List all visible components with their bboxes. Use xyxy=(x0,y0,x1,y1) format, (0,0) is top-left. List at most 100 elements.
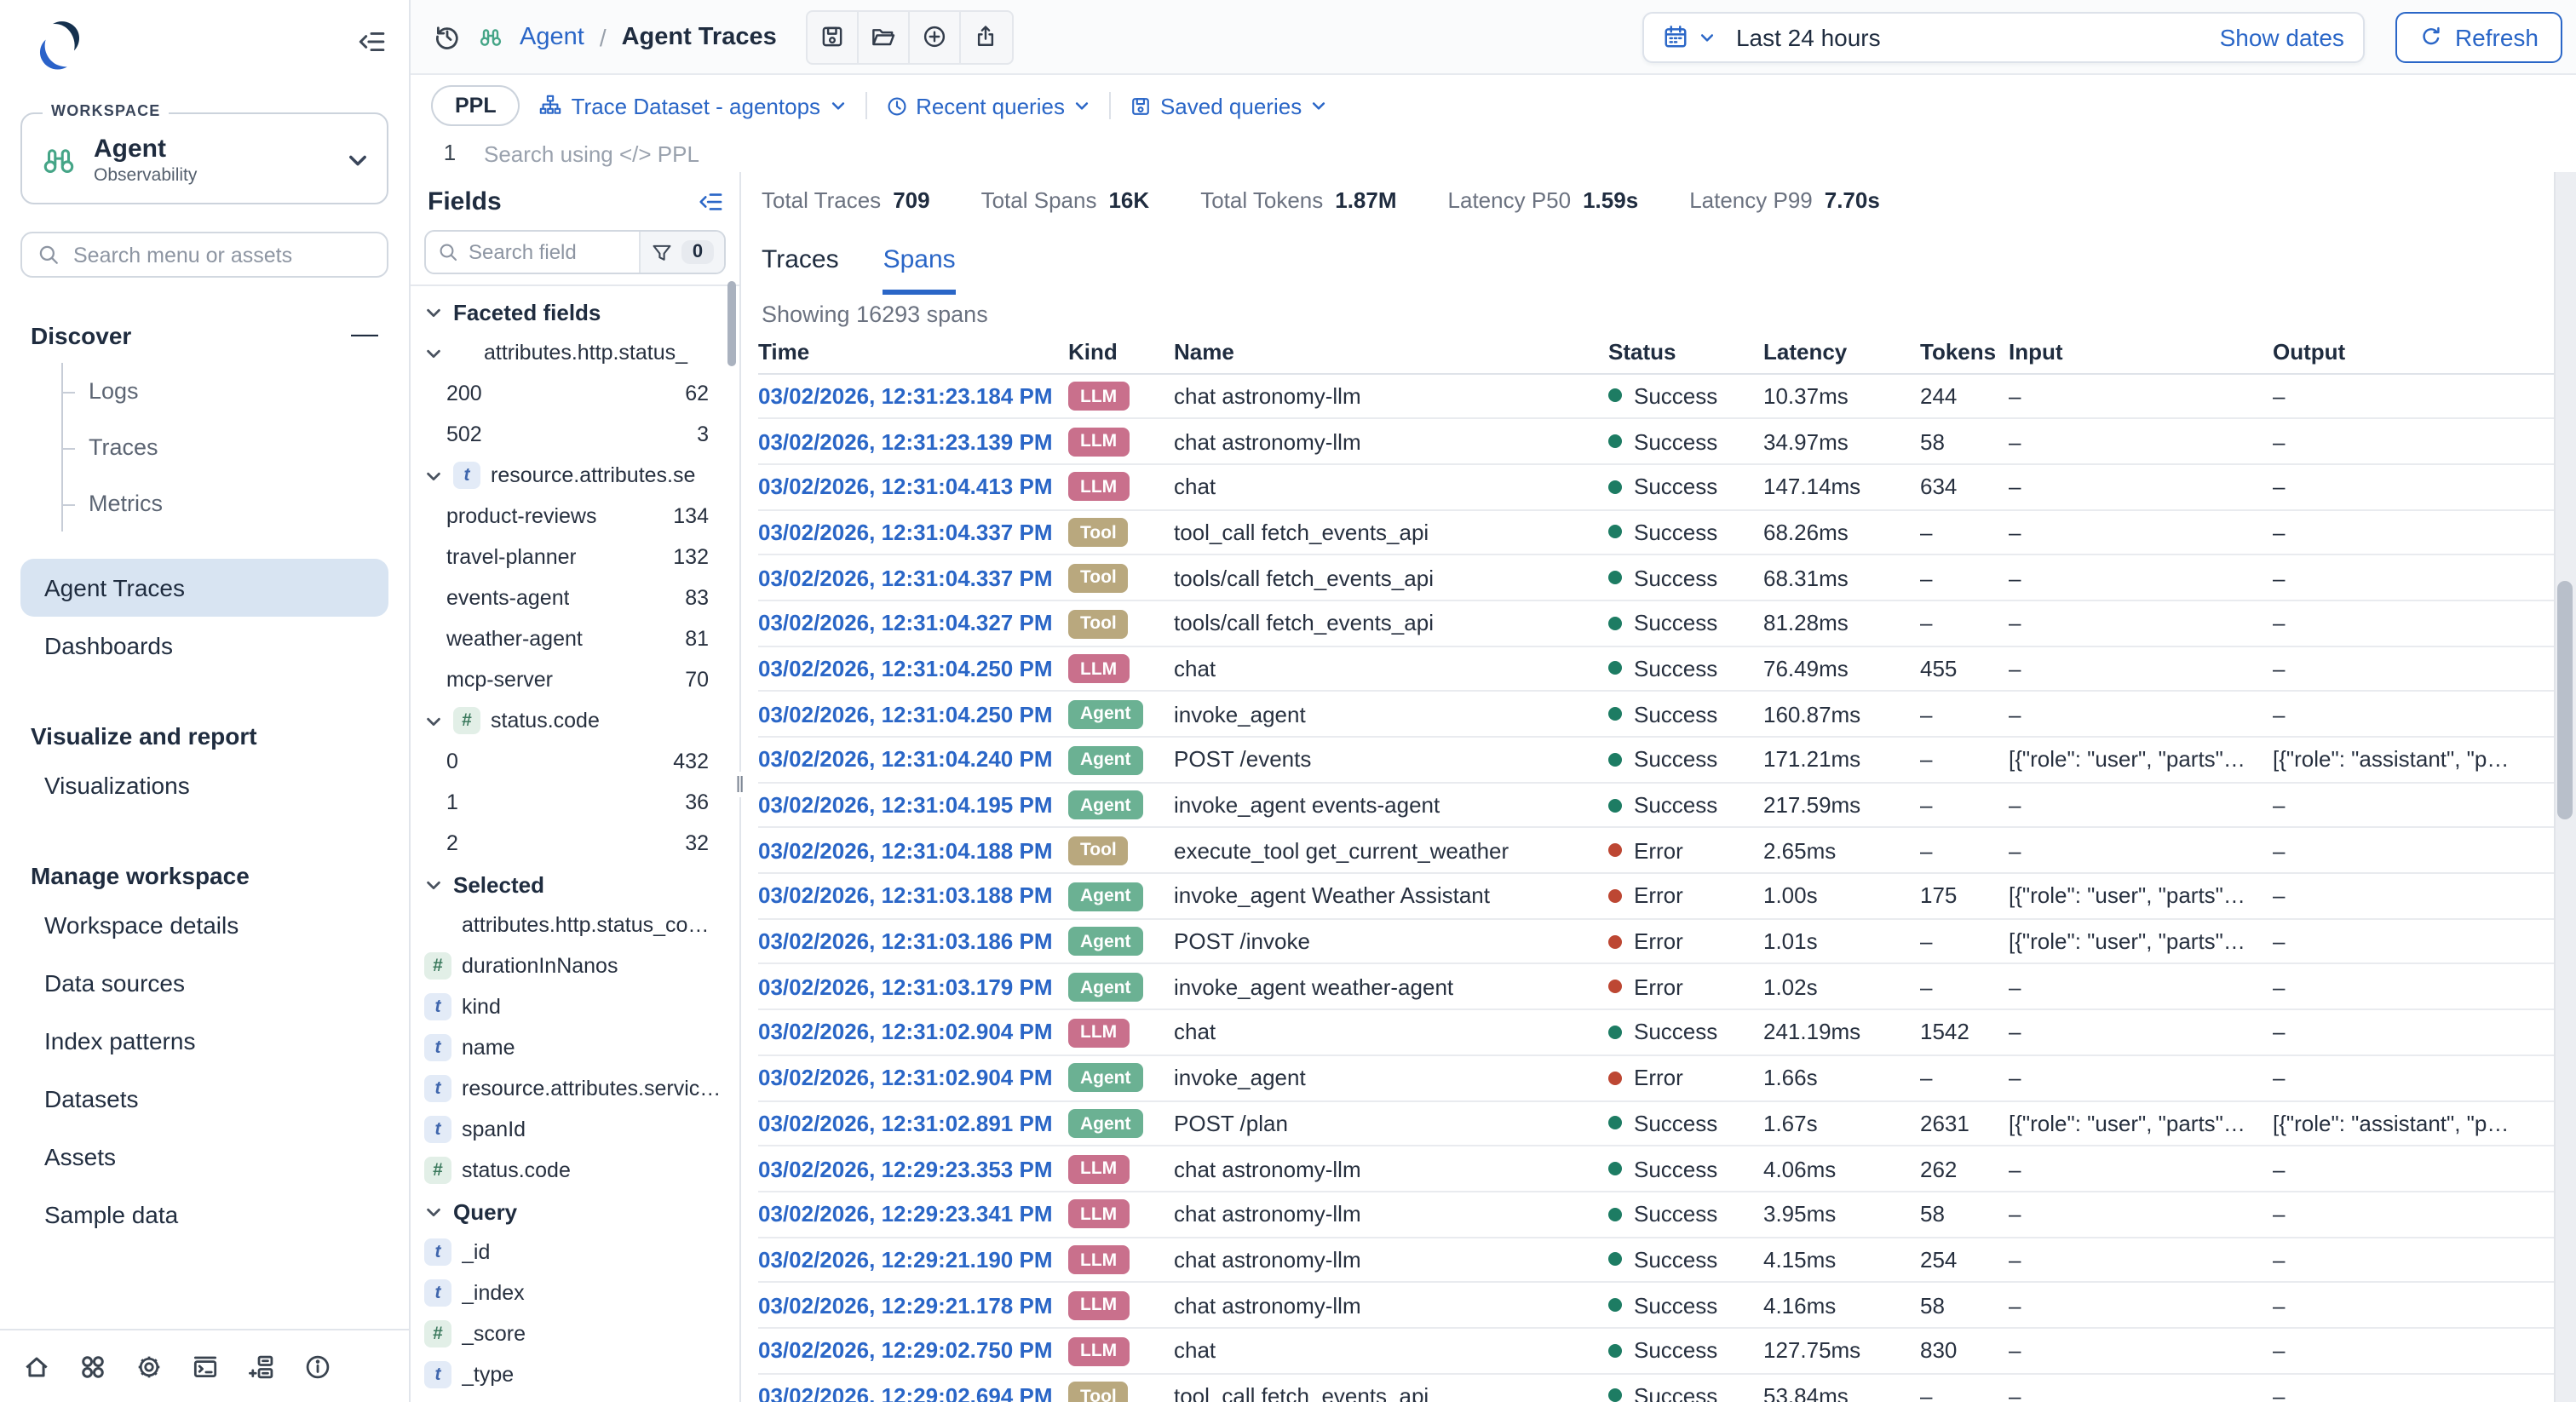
field-group[interactable]: #status.code xyxy=(424,700,726,741)
field-item[interactable]: #_score xyxy=(424,1313,726,1354)
field-facet-value[interactable]: product-reviews134 xyxy=(424,496,726,537)
field-item[interactable]: #status.code xyxy=(424,1150,726,1191)
breadcrumb-workspace-link[interactable]: Agent xyxy=(520,23,584,50)
field-facet-value[interactable]: 20062 xyxy=(424,373,726,414)
dataset-selector[interactable]: Trace Dataset - agentops xyxy=(539,93,846,118)
field-facet-value[interactable]: travel-planner132 xyxy=(424,537,726,577)
sidebar-item-logs[interactable]: Logs xyxy=(63,363,388,419)
field-facet-value[interactable]: 0432 xyxy=(424,741,726,782)
calendar-icon[interactable] xyxy=(1663,24,1688,49)
info-icon[interactable] xyxy=(303,1352,332,1381)
span-time-link[interactable]: 03/02/2026, 12:29:21.178 PM xyxy=(758,1292,1053,1318)
recent-queries-button[interactable]: Recent queries xyxy=(885,93,1090,118)
span-time-link[interactable]: 03/02/2026, 12:31:02.891 PM xyxy=(758,1111,1053,1136)
field-item[interactable]: tresource.attributes.servic… xyxy=(424,1068,726,1109)
field-item[interactable]: #durationInNanos xyxy=(424,945,726,986)
home-icon[interactable] xyxy=(22,1352,51,1381)
sidebar-item-sample-data[interactable]: Sample data xyxy=(20,1186,388,1244)
col-tokens[interactable]: Tokens xyxy=(1920,332,2009,373)
sidebar-item-workspace-details[interactable]: Workspace details xyxy=(20,896,388,954)
span-time-link[interactable]: 03/02/2026, 12:31:04.337 PM xyxy=(758,520,1053,545)
vertical-scrollbar-thumb[interactable] xyxy=(2557,581,2573,819)
span-time-link[interactable]: 03/02/2026, 12:31:04.250 PM xyxy=(758,701,1053,727)
date-range-value[interactable]: Last 24 hours xyxy=(1736,23,1881,50)
sidebar-item-metrics[interactable]: Metrics xyxy=(63,475,388,531)
span-time-link[interactable]: 03/02/2026, 12:31:02.904 PM xyxy=(758,1020,1053,1045)
col-latency[interactable]: Latency xyxy=(1763,332,1920,373)
span-time-link[interactable]: 03/02/2026, 12:31:04.327 PM xyxy=(758,611,1053,636)
sidebar-item-traces[interactable]: Traces xyxy=(63,419,388,475)
gear-icon[interactable] xyxy=(135,1352,164,1381)
span-time-link[interactable]: 03/02/2026, 12:29:23.341 PM xyxy=(758,1201,1053,1227)
apps-icon[interactable] xyxy=(78,1352,107,1381)
sidebar-item-agent-traces[interactable]: Agent Traces xyxy=(20,559,388,617)
sidebar-item-dashboards[interactable]: Dashboards xyxy=(20,617,388,675)
collapse-minus-icon[interactable]: — xyxy=(351,327,378,344)
query-editor[interactable]: 1 Search using </> PPL xyxy=(411,133,2576,177)
field-item[interactable]: t_id xyxy=(424,1232,726,1273)
sidebar-item-datasets[interactable]: Datasets xyxy=(20,1070,388,1128)
saved-queries-button[interactable]: Saved queries xyxy=(1130,93,1327,118)
field-group[interactable]: tresource.attributes.se xyxy=(424,455,726,496)
vertical-scrollbar[interactable] xyxy=(2554,172,2576,1402)
field-item[interactable]: tname xyxy=(424,1027,726,1068)
span-time-link[interactable]: 03/02/2026, 12:29:02.750 PM xyxy=(758,1338,1053,1364)
col-name[interactable]: Name xyxy=(1174,332,1608,373)
span-time-link[interactable]: 03/02/2026, 12:31:04.188 PM xyxy=(758,837,1053,863)
field-item[interactable]: t_type xyxy=(424,1354,726,1395)
open-folder-icon[interactable] xyxy=(859,11,910,62)
sidebar-collapse-icon[interactable] xyxy=(356,27,385,56)
span-time-link[interactable]: 03/02/2026, 12:29:02.694 PM xyxy=(758,1383,1053,1402)
col-kind[interactable]: Kind xyxy=(1068,332,1174,373)
workspace-selector[interactable]: WORKSPACE Agent Observability xyxy=(20,112,388,204)
field-facet-value[interactable]: events-agent83 xyxy=(424,577,726,618)
opensearch-logo[interactable] xyxy=(31,17,89,75)
field-facet-value[interactable]: 136 xyxy=(424,782,726,823)
date-range-picker[interactable]: Last 24 hours Show dates xyxy=(1642,11,2365,62)
span-time-link[interactable]: 03/02/2026, 12:31:04.250 PM xyxy=(758,656,1053,681)
span-time-link[interactable]: 03/02/2026, 12:31:03.186 PM xyxy=(758,928,1053,954)
col-status[interactable]: Status xyxy=(1608,332,1763,373)
chevron-down-icon[interactable] xyxy=(1699,28,1716,45)
span-time-link[interactable]: 03/02/2026, 12:31:04.337 PM xyxy=(758,565,1053,590)
field-item[interactable]: @timestamp xyxy=(424,1395,726,1402)
field-item[interactable]: tspanId xyxy=(424,1109,726,1150)
sidebar-item-data-sources[interactable]: Data sources xyxy=(20,954,388,1012)
field-section-header[interactable]: Selected xyxy=(424,864,726,905)
field-facet-value[interactable]: mcp-server70 xyxy=(424,659,726,700)
fields-collapse-icon[interactable] xyxy=(697,188,722,214)
new-item-icon[interactable] xyxy=(910,11,961,62)
nav-group-discover[interactable]: Discover — xyxy=(20,315,388,356)
panel-resize-handle[interactable]: ‖ xyxy=(735,772,746,797)
span-time-link[interactable]: 03/02/2026, 12:29:23.353 PM xyxy=(758,1156,1053,1181)
show-dates-link[interactable]: Show dates xyxy=(2220,23,2344,50)
field-group[interactable]: attributes.http.status_ xyxy=(424,332,726,373)
refresh-button[interactable]: Refresh xyxy=(2395,11,2562,62)
dev-tools-icon[interactable] xyxy=(191,1352,220,1381)
span-time-link[interactable]: 03/02/2026, 12:31:03.179 PM xyxy=(758,974,1053,1000)
tab-spans[interactable]: Spans xyxy=(883,230,956,295)
span-time-link[interactable]: 03/02/2026, 12:29:21.190 PM xyxy=(758,1247,1053,1273)
field-search-input[interactable]: Search field xyxy=(426,232,639,273)
sidebar-item-assets[interactable]: Assets xyxy=(20,1128,388,1186)
col-input[interactable]: Input xyxy=(2009,332,2273,373)
field-facet-value[interactable]: 5023 xyxy=(424,414,726,455)
sidebar-search-input[interactable]: Search menu or assets xyxy=(20,232,388,278)
field-facet-value[interactable]: 232 xyxy=(424,823,726,864)
fields-scrollbar-thumb[interactable] xyxy=(727,281,736,366)
field-item[interactable]: t_index xyxy=(424,1273,726,1313)
tab-traces[interactable]: Traces xyxy=(762,230,839,295)
recent-history-icon[interactable] xyxy=(433,22,462,51)
span-time-link[interactable]: 03/02/2026, 12:31:04.240 PM xyxy=(758,747,1053,773)
span-time-link[interactable]: 03/02/2026, 12:31:03.188 PM xyxy=(758,883,1053,909)
field-section-header[interactable]: Faceted fields xyxy=(424,291,726,332)
span-time-link[interactable]: 03/02/2026, 12:31:04.413 PM xyxy=(758,474,1053,499)
col-output[interactable]: Output xyxy=(2273,332,2554,373)
query-language-button[interactable]: PPL xyxy=(431,85,520,126)
add-panel-icon[interactable] xyxy=(247,1352,276,1381)
span-time-link[interactable]: 03/02/2026, 12:31:23.139 PM xyxy=(758,428,1053,454)
share-icon[interactable] xyxy=(961,11,1012,62)
field-item[interactable]: attributes.http.status_co… xyxy=(424,905,726,945)
field-item[interactable]: tkind xyxy=(424,986,726,1027)
span-time-link[interactable]: 03/02/2026, 12:31:02.904 PM xyxy=(758,1065,1053,1090)
